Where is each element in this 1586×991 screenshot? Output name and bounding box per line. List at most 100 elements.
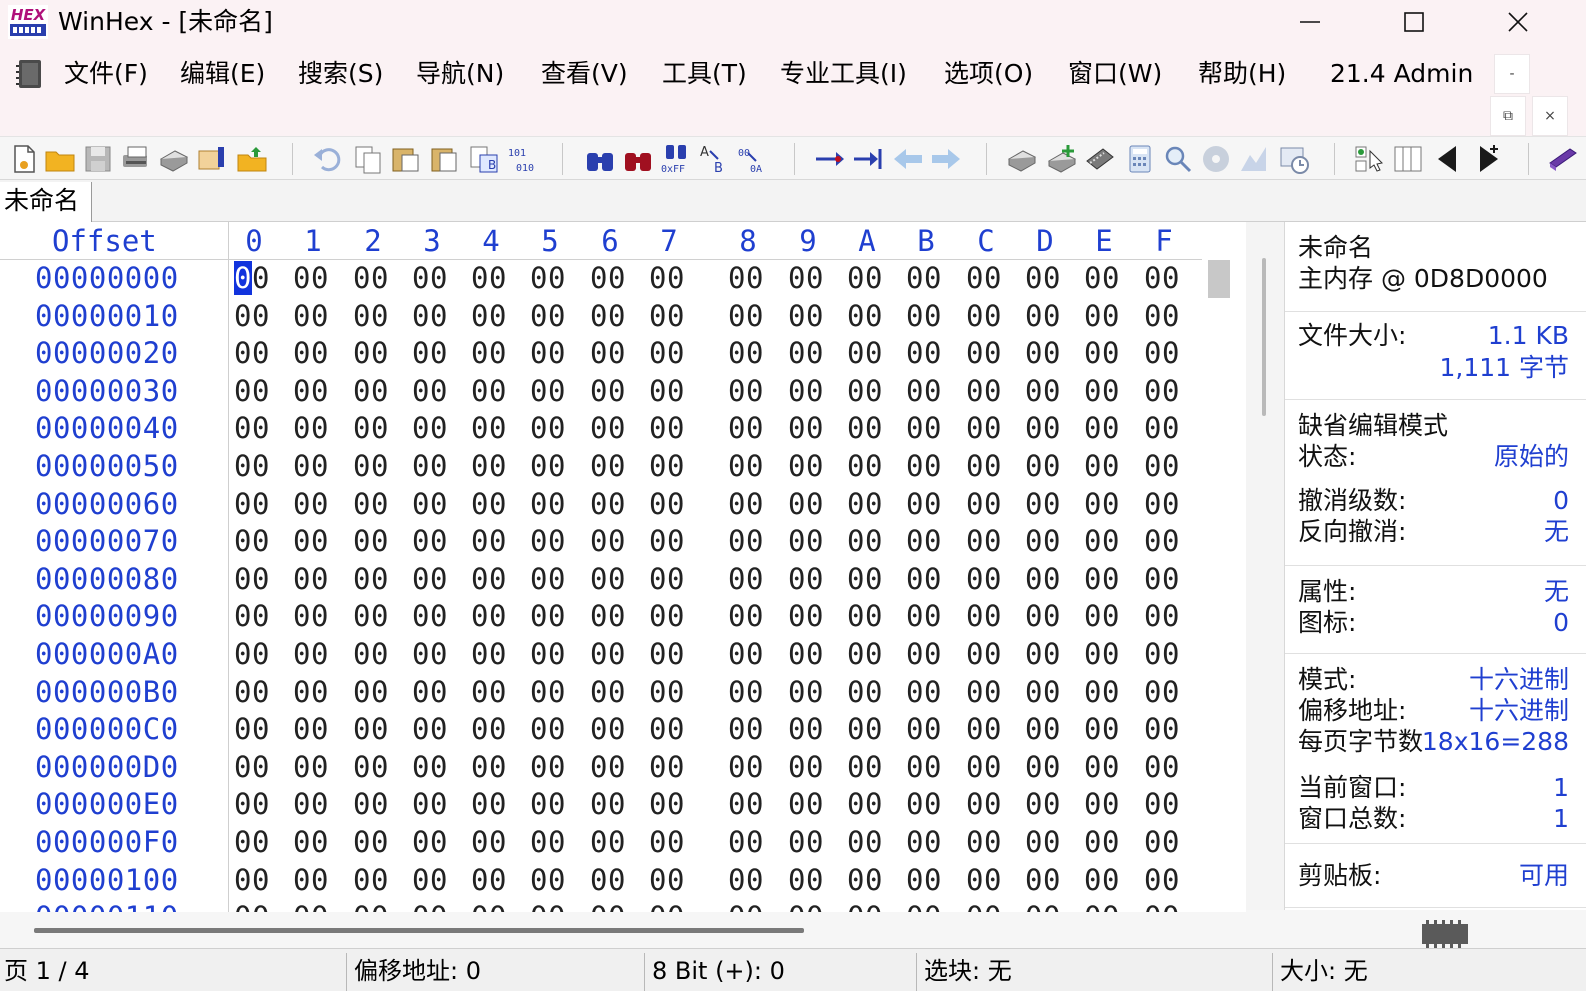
prev-icon[interactable] [1432, 143, 1464, 175]
hex-byte[interactable]: 00 [590, 786, 626, 823]
hex-byte[interactable]: 00 [788, 410, 824, 447]
row-offset[interactable]: 00000000 [35, 260, 179, 297]
hex-byte[interactable]: 00 [906, 786, 942, 823]
hex-byte[interactable]: 00 [293, 824, 329, 861]
hex-byte[interactable]: 00 [1084, 636, 1120, 673]
ram-editor-icon[interactable] [1084, 143, 1116, 175]
hex-row[interactable]: 00000110 00 00 00 00 00 00 00 00 00 00 00 00 00 00 00 00 [0, 899, 1202, 912]
hex-byte[interactable]: 00 [847, 410, 883, 447]
hex-byte[interactable]: 00 [847, 373, 883, 410]
hex-byte[interactable]: 00 [728, 824, 764, 861]
add-disk-icon[interactable] [1046, 143, 1078, 175]
hex-row[interactable]: 00000030 00 00 00 00 00 00 00 00 00 00 00 00 00 00 00 00 [0, 373, 1202, 411]
hex-byte[interactable]: 00 [1144, 561, 1180, 598]
hex-byte[interactable]: 00 [906, 598, 942, 635]
row-offset[interactable]: 00000010 [35, 298, 179, 335]
hex-byte[interactable]: 00 [293, 786, 329, 823]
hex-byte[interactable]: 00 [1025, 335, 1061, 372]
row-offset[interactable]: 000000F0 [35, 824, 179, 861]
hex-byte[interactable]: 00 [1084, 786, 1120, 823]
menu-specialist-tools[interactable]: 专业工具(I) [780, 58, 907, 90]
hex-byte[interactable]: 00 [966, 410, 1002, 447]
hex-byte[interactable]: 00 [1025, 260, 1061, 297]
hex-byte[interactable]: 00 [1144, 260, 1180, 297]
hex-byte[interactable]: 00 [728, 373, 764, 410]
hex-byte[interactable]: 00 [353, 561, 389, 598]
find-hex-values-icon[interactable]: 0xFF [660, 143, 692, 175]
hex-byte[interactable]: 00 [590, 335, 626, 372]
minimize-button[interactable] [1260, 0, 1360, 44]
hex-byte[interactable]: 00 [1144, 523, 1180, 560]
hex-byte[interactable]: 00 [530, 711, 566, 748]
hex-byte[interactable]: 00 [234, 862, 270, 899]
hex-byte[interactable]: 00 [966, 598, 1002, 635]
hex-byte[interactable]: 00 [649, 636, 685, 673]
row-offset[interactable]: 000000D0 [35, 749, 179, 786]
hex-byte[interactable]: 00 [590, 636, 626, 673]
hex-byte[interactable]: 00 [590, 373, 626, 410]
hex-byte[interactable]: 00 [1084, 598, 1120, 635]
hex-byte[interactable]: 00 [649, 786, 685, 823]
hex-byte[interactable]: 00 [471, 636, 507, 673]
hex-byte[interactable]: 00 [649, 824, 685, 861]
hex-byte[interactable]: 00 [649, 335, 685, 372]
hex-byte[interactable]: 00 [234, 598, 270, 635]
hex-byte[interactable]: 00 [1025, 824, 1061, 861]
hex-byte[interactable]: 00 [412, 523, 448, 560]
hex-byte[interactable]: 00 [353, 899, 389, 912]
clipboard-icon[interactable] [428, 143, 460, 175]
hex-byte[interactable]: 00 [847, 523, 883, 560]
hex-byte[interactable]: 00 [590, 410, 626, 447]
hex-byte[interactable]: 00 [728, 448, 764, 485]
hex-row[interactable]: 00000090 00 00 00 00 00 00 00 00 00 00 00 00 00 00 00 00 [0, 598, 1202, 636]
jump-dots-icon[interactable] [1354, 143, 1386, 175]
disk-clone-icon[interactable] [1200, 143, 1232, 175]
hex-byte[interactable]: 00 [788, 523, 824, 560]
hex-byte[interactable]: 00 [234, 636, 270, 673]
hex-byte[interactable]: 00 [788, 561, 824, 598]
hex-byte[interactable]: 00 [293, 711, 329, 748]
hex-byte[interactable]: 00 [847, 448, 883, 485]
hex-byte[interactable]: 00 [788, 862, 824, 899]
hex-byte[interactable]: 00 [906, 749, 942, 786]
hex-byte[interactable]: 00 [293, 674, 329, 711]
hex-byte[interactable]: 00 [471, 373, 507, 410]
hex-byte[interactable]: 00 [234, 561, 270, 598]
hex-byte[interactable]: 00 [649, 674, 685, 711]
hex-byte[interactable]: 00 [353, 749, 389, 786]
hex-byte[interactable]: 00 [906, 298, 942, 335]
hex-byte[interactable]: 00 [728, 711, 764, 748]
hex-byte[interactable]: 00 [530, 862, 566, 899]
hex-byte[interactable]: 00 [1144, 636, 1180, 673]
hex-byte[interactable]: 00 [906, 335, 942, 372]
hex-byte[interactable]: 00 [847, 335, 883, 372]
hex-byte[interactable]: 00 [530, 410, 566, 447]
hex-byte[interactable]: 00 [728, 561, 764, 598]
hex-row[interactable]: 00000040 00 00 00 00 00 00 00 00 00 00 00 00 00 00 00 00 [0, 410, 1202, 448]
maximize-button[interactable] [1364, 0, 1464, 44]
hex-byte[interactable]: 00 [1025, 674, 1061, 711]
hex-row[interactable]: 000000C0 00 00 00 00 00 00 00 00 00 00 00 00 00 00 00 00 [0, 711, 1202, 749]
menu-search[interactable]: 搜索(S) [298, 58, 383, 90]
hex-byte[interactable]: 00 [412, 335, 448, 372]
print-icon[interactable] [158, 143, 190, 175]
hex-byte[interactable]: 00 [649, 899, 685, 912]
menu-edit[interactable]: 编辑(E) [180, 58, 265, 90]
hex-byte[interactable]: 00 [293, 335, 329, 372]
hex-row[interactable]: 00000000 00 00 00 00 00 00 00 00 00 00 00 00 00 00 00 00 [0, 260, 1202, 298]
hex-byte[interactable]: 00 [966, 636, 1002, 673]
row-offset[interactable]: 000000A0 [35, 636, 179, 673]
hex-byte[interactable]: 00 [966, 674, 1002, 711]
hex-byte[interactable]: 00 [590, 260, 626, 297]
hex-byte[interactable]: 00 [293, 523, 329, 560]
hex-byte[interactable]: 00 [1144, 824, 1180, 861]
hex-byte[interactable]: 00 [728, 786, 764, 823]
hex-byte[interactable]: 00 [353, 636, 389, 673]
hex-byte[interactable]: 00 [1084, 749, 1120, 786]
hex-byte[interactable]: 00 [471, 448, 507, 485]
hex-byte[interactable]: 00 [590, 749, 626, 786]
splitter-grip[interactable] [1262, 258, 1266, 416]
hex-row[interactable]: 00000080 00 00 00 00 00 00 00 00 00 00 00 00 00 00 00 00 [0, 561, 1202, 599]
hex-byte[interactable]: 00 [966, 824, 1002, 861]
goto-offset-icon[interactable] [814, 143, 846, 175]
